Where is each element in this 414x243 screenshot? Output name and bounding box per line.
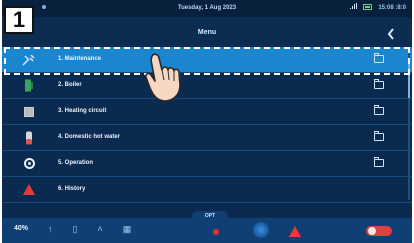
folder-icon [374,131,384,141]
boiler-icon [22,79,36,92]
menu-item-label: 6. History [58,186,86,192]
alert-icon[interactable] [289,226,301,237]
menu-item-history[interactable]: 6. History [2,177,412,203]
radiator-icon [22,105,36,118]
back-button[interactable] [382,27,400,43]
title-bar: Menu [2,17,412,47]
folder-icon [374,105,384,115]
water-cylinder-icon [22,131,36,144]
status-time: 15:08 :8:0 [378,4,406,11]
touch-screen: Tuesday, 1 Aug 2023 15:08 :8:0 Menu 1. M… [2,0,412,243]
back-chevron-icon [387,28,394,40]
cylinder-icon[interactable]: ▯ [73,223,78,235]
gear-icon [22,157,36,170]
grid-icon[interactable]: ▦ [123,223,132,235]
hand-pointer-icon [144,52,188,104]
signal-icon [349,3,358,12]
menu-item-label: 5. Operation [58,160,94,166]
menu-item-label: 4. Domestic hot water [58,134,121,140]
menu-item-label: 2. Boiler [58,82,82,88]
power-toggle[interactable] [366,226,392,236]
status-icons: 15:08 :8:0 [349,3,406,12]
status-bar: Tuesday, 1 Aug 2023 15:08 :8:0 [2,0,412,17]
menu-item-heating-circuit[interactable]: 3. Heating circuit [2,99,412,125]
folder-icon [374,79,384,89]
step-number-badge: 1 [4,6,34,34]
bottom-icons: 40% ↑ ▯ ˄ ▦ [14,223,131,235]
bottom-left-label: 40% [14,225,29,232]
selection-highlight-frame [4,47,410,75]
temperature-icon[interactable]: ↑ [48,223,53,235]
menu-item-domestic-hot-water[interactable]: 4. Domestic hot water [2,125,412,151]
menu-item-operation[interactable]: 5. Operation [2,151,412,177]
warning-icon [22,183,36,196]
page-title: Menu [197,29,217,36]
home-icon[interactable] [253,222,269,238]
chevron-up-icon[interactable]: ˄ [97,223,102,235]
menu-item-label: 3. Heating circuit [58,108,107,114]
folder-icon [374,157,384,167]
menu-item-boiler[interactable]: 2. Boiler [2,73,412,99]
opt-tab[interactable]: OPT [192,211,228,221]
record-dot-icon [213,229,219,235]
battery-icon [363,3,373,12]
status-indicator-icon [42,5,46,9]
status-date: Tuesday, 1 Aug 2023 [177,5,237,11]
